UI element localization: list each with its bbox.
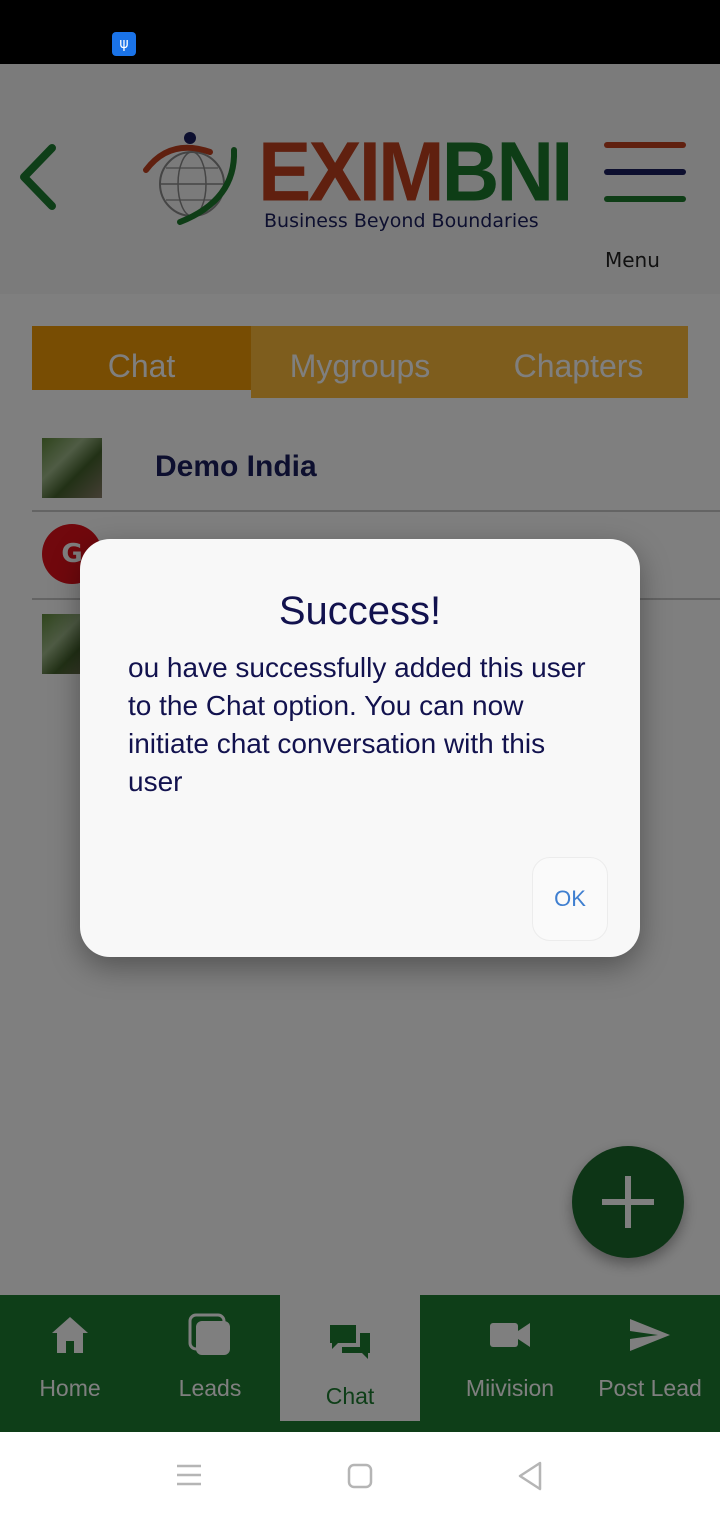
system-navigation-bar bbox=[0, 1432, 720, 1520]
recent-apps-icon[interactable] bbox=[176, 1460, 202, 1490]
status-bar: ψ bbox=[0, 0, 720, 64]
usb-icon: ψ bbox=[112, 32, 136, 56]
back-system-icon[interactable] bbox=[516, 1460, 544, 1492]
home-system-icon[interactable] bbox=[347, 1463, 373, 1489]
dialog-message: ou have successfully added this user to … bbox=[128, 652, 586, 797]
success-dialog: Success! ou have successfully added this… bbox=[80, 539, 640, 957]
dialog-title: Success! bbox=[278, 589, 442, 633]
ok-button[interactable]: OK bbox=[532, 857, 608, 941]
